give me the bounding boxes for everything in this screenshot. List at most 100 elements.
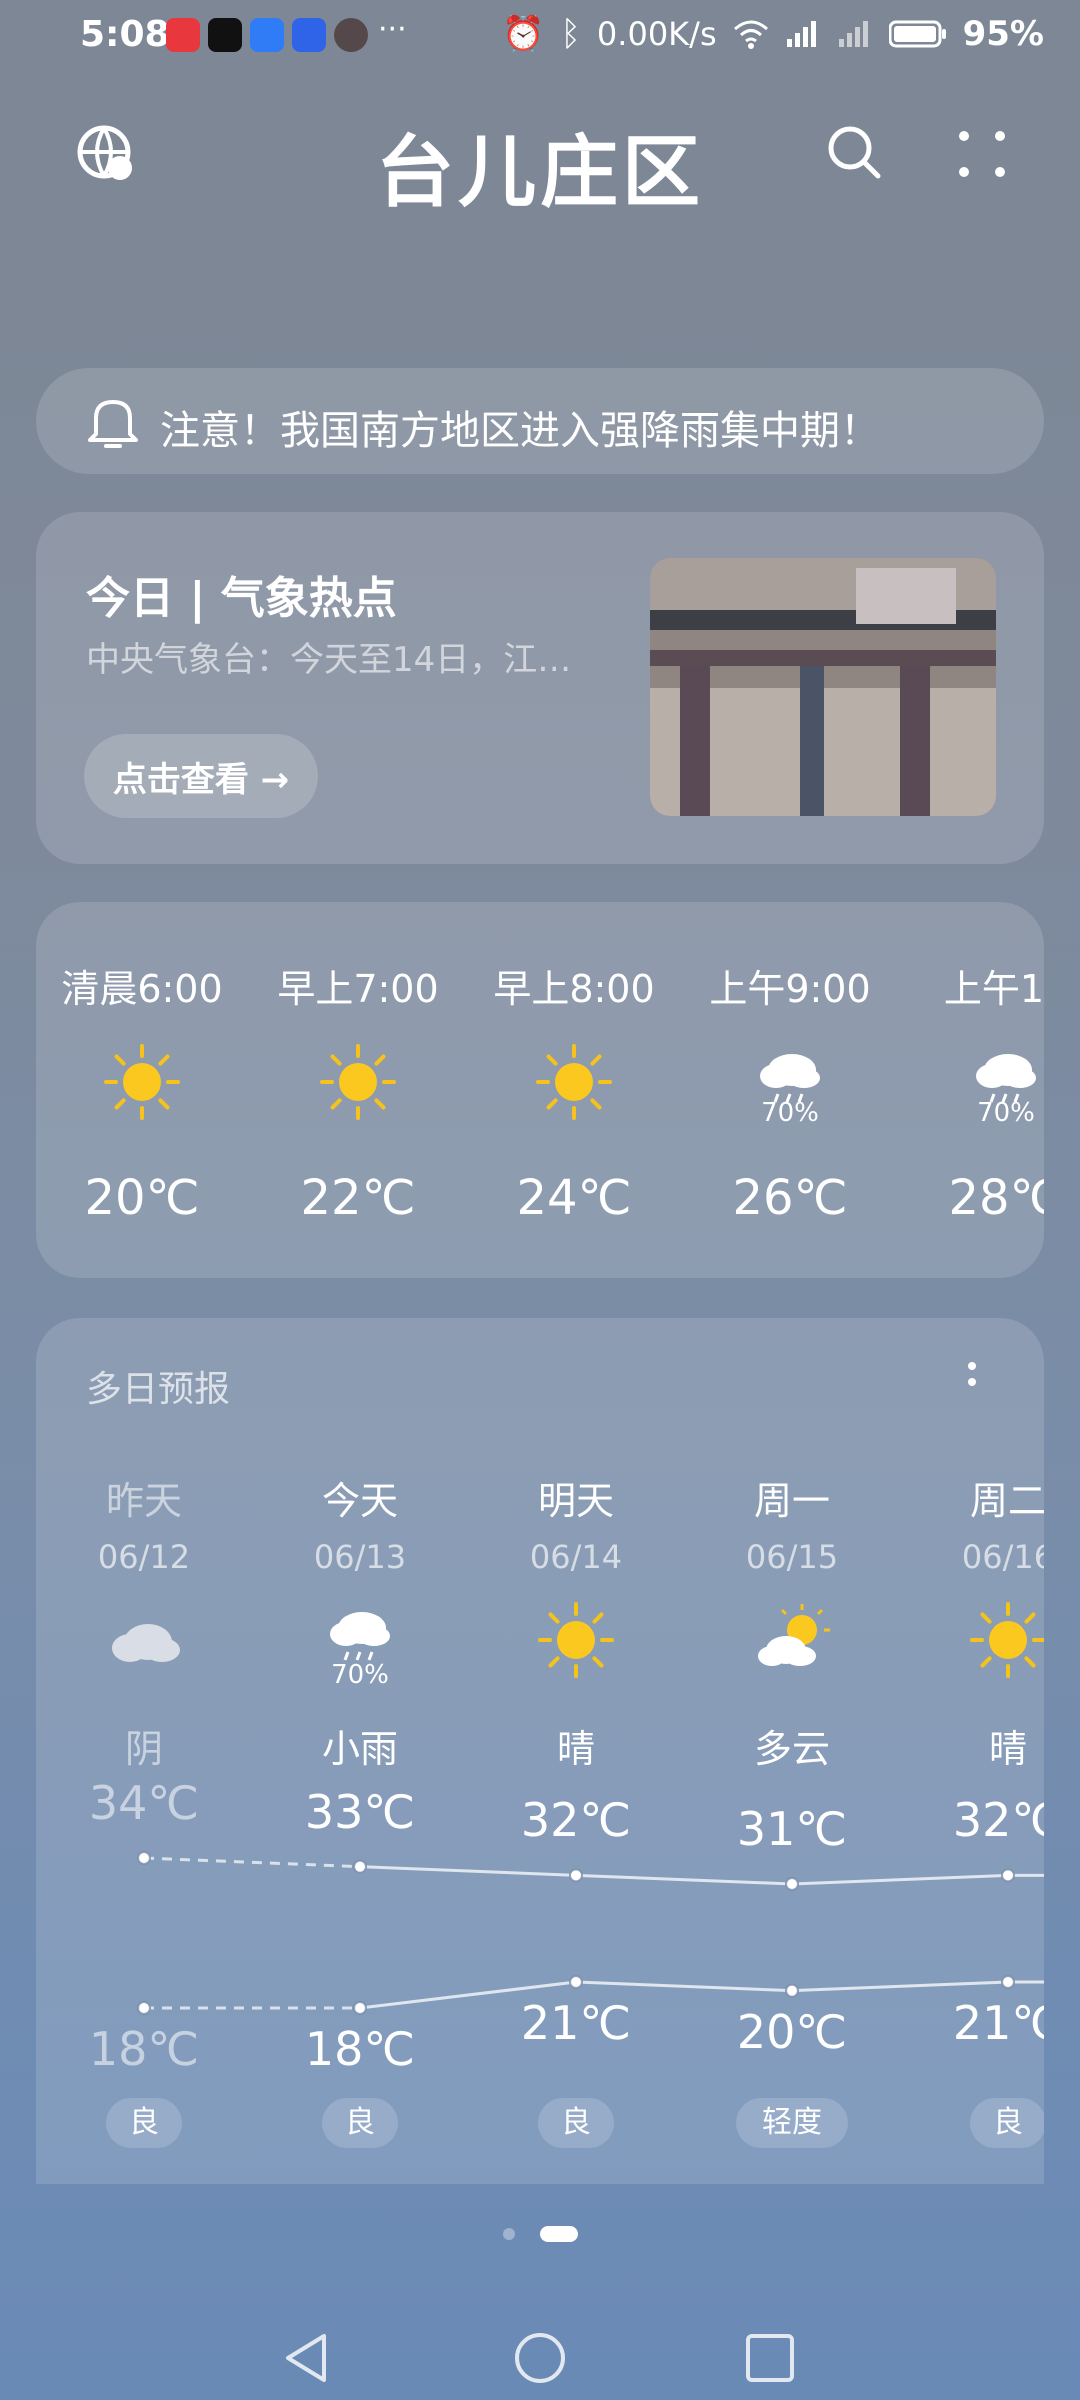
day-low-temp: 21℃ [520,1996,632,2050]
hourly-time: 上午10 [943,967,1044,1011]
city-title[interactable]: 台儿庄区 [0,110,1080,222]
page-dot-1[interactable] [503,2228,515,2240]
low-temp-point [353,2001,367,2015]
day-low-temp: 18℃ [304,2022,416,2076]
hourly-time: 早上8:00 [493,967,655,1011]
day-label: 周二 [969,1479,1044,1523]
low-temp-line [575,1980,793,1993]
hourly-temp: 28℃ [948,1170,1045,1226]
sun-icon [536,1600,616,1680]
wifi-icon [733,20,768,49]
signal-icon [786,21,816,47]
page-dot-2-active[interactable] [540,2226,578,2242]
day-low-temp: 21℃ [952,1996,1044,2050]
avatar-notification-icon [334,18,368,52]
hourly-temp: 24℃ [516,1170,632,1226]
hourly-time: 上午9:00 [709,967,871,1011]
hot-topic-title: 今日 | 气象热点 [86,573,397,624]
alert-banner[interactable]: 注意！我国南方地区进入强降雨集中期！ [36,368,1044,474]
hourly-precip: 70% [761,1098,819,1128]
day-high-temp: 32℃ [952,1793,1044,1848]
signal-2-icon [838,21,868,47]
cloud-app-icon [250,18,284,52]
aqi-badge: 良 [106,2098,182,2148]
page-indicator [0,2224,1080,2244]
aqi-badge: 良 [322,2098,398,2148]
high-temp-point [785,1877,799,1891]
day-date: 06/12 [97,1538,191,1576]
navigation-bar [0,2300,1080,2400]
day-condition: 多云 [753,1727,830,1771]
hourly-precip: 70% [977,1098,1035,1128]
day-high-temp: 32℃ [520,1793,632,1848]
low-temp-point [137,2001,151,2015]
high-temp-point [569,1868,583,1883]
day-date: 06/14 [529,1538,623,1576]
day-precip: 70% [331,1660,389,1690]
day-condition: 小雨 [321,1727,398,1771]
baidu-icon [292,18,326,52]
status-bar: 5:08 ··· ⏰ ᛒ 0.00K/s 95% [0,0,1080,74]
high-temp-point [137,1851,151,1865]
day-label: 昨天 [105,1479,182,1523]
search-icon[interactable] [826,124,884,182]
low-temp-point [1001,1975,1015,1989]
bluetooth-icon: ᛒ [560,14,581,54]
high-temp-line [791,1873,1009,1886]
high-temp-line [359,1865,577,1877]
multi-day-forecast-card[interactable]: 多日预报 昨天 06/12 阴 34℃ 18℃ 良 今天 06/13 70% 小… [36,1318,1044,2184]
view-button[interactable]: 点击查看 → [84,734,318,818]
weather-hot-topic-card[interactable]: 今日 | 气象热点 中央气象台：今天至14日，江… 点击查看 → [36,512,1044,864]
alarm-icon: ⏰ [502,14,545,54]
day-label: 明天 [537,1479,614,1523]
sun-icon [102,1042,182,1122]
day-condition: 晴 [988,1727,1027,1771]
back-icon[interactable] [280,2330,336,2386]
more-dots-icon[interactable] [956,128,1012,184]
day-low-temp: 20℃ [736,2004,848,2059]
more-notifications-icon: ··· [378,12,407,47]
sun-icon [318,1042,398,1122]
recents-icon[interactable] [744,2332,796,2384]
day-high-temp: 33℃ [304,1784,416,1839]
day-high-temp: 34℃ [88,1776,200,1830]
day-condition: 阴 [124,1727,163,1771]
cloud-icon [104,1600,184,1680]
huawei-app-icon [166,18,200,52]
hourly-time: 清晨6:00 [61,967,223,1011]
day-date: 06/13 [313,1538,407,1576]
low-temp-point [569,1975,583,1989]
sun-icon [968,1600,1044,1680]
hourly-forecast-card[interactable]: 清晨6:00 20℃ 早上7:00 22℃ 早上8:00 24℃ 上午9:00 … [36,902,1044,1278]
high-temp-point [1001,1868,1015,1883]
hot-topic-subtitle: 中央气象台：今天至14日，江… [86,640,572,680]
high-temp-point [353,1859,367,1874]
home-icon[interactable] [512,2330,568,2386]
aqi-badge: 良 [970,2098,1044,2148]
low-temp-line [791,1980,1009,1993]
day-low-temp: 18℃ [88,2022,200,2076]
day-high-temp: 31℃ [736,1802,848,1856]
alert-text: 注意！我国南方地区进入强降雨集中期！ [160,408,880,454]
battery-percent: 95% [962,14,1044,54]
net-speed: 0.00K/s [596,15,717,53]
aqi-badge: 轻度 [736,2098,848,2148]
hourly-time: 早上7:00 [277,967,439,1011]
hourly-temp: 20℃ [84,1170,200,1226]
day-condition: 晴 [556,1727,595,1771]
high-temp-line [143,1856,361,1869]
hourly-temp: 26℃ [732,1170,848,1226]
high-temp-line [575,1873,793,1886]
flood-news-image[interactable] [650,558,996,816]
battery-icon [888,20,946,48]
partly-cloudy-icon [752,1600,832,1680]
status-time: 5:08 [80,14,170,55]
day-label: 周一 [753,1479,830,1523]
day-label: 今天 [321,1479,398,1523]
sun-icon [534,1042,614,1122]
tiktok-icon [208,18,242,52]
low-temp-point [785,1983,799,1998]
day-date: 06/15 [745,1538,839,1576]
bell-icon [88,400,138,448]
aqi-badge: 良 [538,2098,614,2148]
